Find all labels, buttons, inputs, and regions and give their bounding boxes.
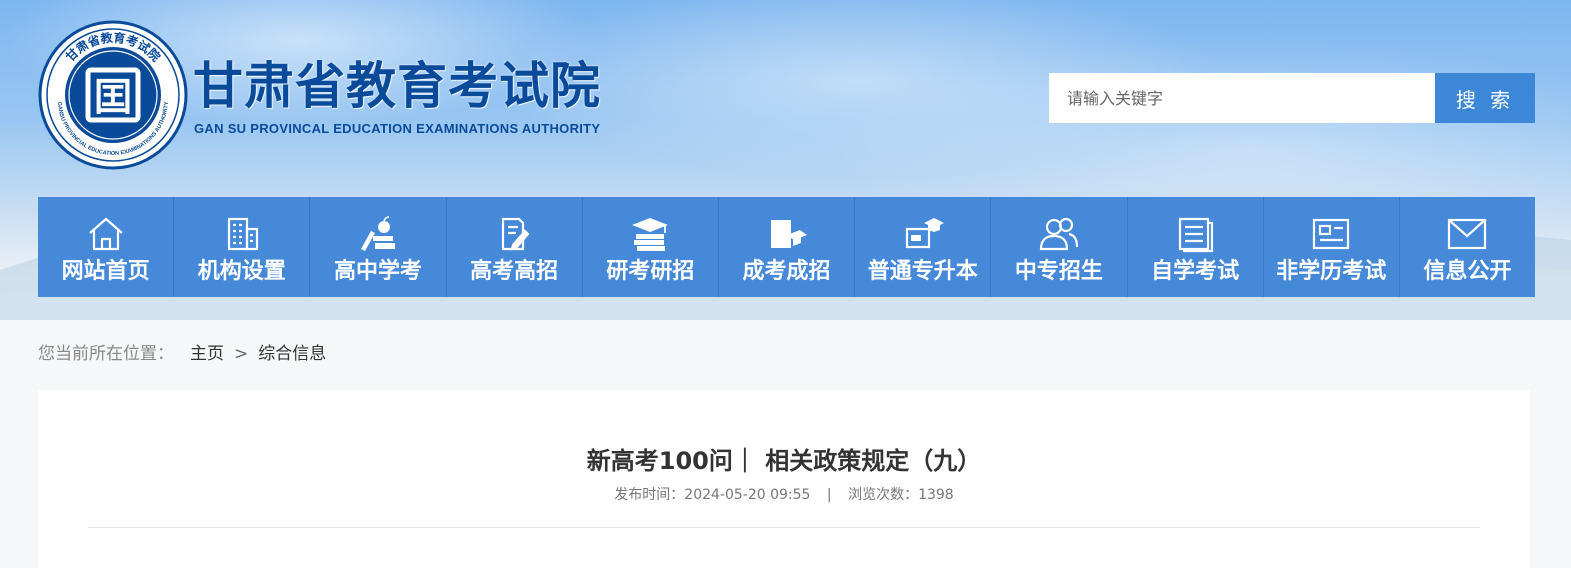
nav-item-college-entrance[interactable]: 高考高招	[447, 197, 583, 297]
article-card: 新高考100问｜ 相关政策规定（九） 发布时间：2024-05-20 09:55…	[38, 390, 1530, 568]
nav-item-self-study[interactable]: 自学考试	[1128, 197, 1264, 297]
nav-item-label: 网站首页	[61, 259, 150, 284]
nav-item-upgrade[interactable]: 普通专升本	[855, 197, 992, 297]
search-input[interactable]	[1049, 73, 1435, 123]
nav-item-postgraduate[interactable]: 研考研招	[583, 197, 719, 297]
page: 甘肃省教育考试院 GANSU PROVINCIAL EDUCATION EXAM…	[0, 0, 1571, 568]
article-divider	[88, 527, 1480, 528]
search-button[interactable]: 搜 索	[1435, 73, 1535, 123]
publish-time: 2024-05-20 09:55	[684, 487, 811, 503]
nav-item-non-degree[interactable]: 非学历考试	[1264, 197, 1400, 297]
nav-item-label: 自学考试	[1151, 259, 1240, 284]
id-card-icon	[1313, 218, 1350, 250]
views-count: 1398	[918, 487, 954, 503]
breadcrumb-current-link[interactable]: 综合信息	[258, 341, 326, 367]
article-title: 新高考100问｜ 相关政策规定（九）	[586, 447, 982, 475]
nav-item-label: 中专招生	[1014, 259, 1103, 284]
svg-text:囯: 囯	[94, 75, 132, 119]
screen-cap-icon	[905, 218, 944, 249]
nav-item-adult-exam[interactable]: 成考成招	[719, 197, 856, 297]
nav-item-high-school-exam[interactable]: 高中学考	[310, 197, 447, 297]
nav-item-label: 非学历考试	[1276, 259, 1387, 284]
nav-item-label: 高考高招	[470, 259, 559, 284]
nav-item-label: 普通专升本	[867, 259, 978, 284]
site-subtitle: GAN SU PROVINCAL EDUCATION EXAMINATIONS …	[194, 121, 601, 136]
article-meta: 发布时间：2024-05-20 09:55 | 浏览次数：1398	[38, 485, 1530, 505]
building-icon	[227, 217, 258, 251]
graduation-cap-books-icon	[632, 218, 669, 251]
breadcrumb-home-link[interactable]: 主页	[190, 341, 224, 367]
main-nav: 网站首页 机构设置 高中学考 高考高招 研考研招 成考成招 普通专升本 中专招生…	[38, 197, 1535, 297]
nav-item-label: 信息公开	[1423, 259, 1512, 284]
nav-item-secondary-school[interactable]: 中专招生	[991, 197, 1128, 297]
site-title: 甘肃省教育考试院	[193, 57, 601, 115]
logo-emblem[interactable]: 甘肃省教育考试院 GANSU PROVINCIAL EDUCATION EXAM…	[38, 20, 188, 170]
nav-item-information[interactable]: 信息公开	[1400, 197, 1535, 297]
home-icon	[88, 217, 123, 251]
nav-item-label: 机构设置	[197, 259, 286, 284]
views-label: 浏览次数：	[848, 487, 919, 503]
document-pen-icon	[502, 217, 530, 251]
breadcrumb-prefix: 您当前所在位置：	[38, 344, 174, 364]
nav-item-label: 研考研招	[606, 259, 695, 284]
meta-separator: |	[826, 487, 832, 503]
nav-item-home[interactable]: 网站首页	[38, 197, 175, 297]
nav-item-organization[interactable]: 机构设置	[174, 197, 311, 297]
search-box: 搜 索	[1049, 73, 1535, 123]
nav-item-label: 高中学考	[333, 259, 422, 284]
breadcrumb-separator: >	[234, 344, 249, 364]
breadcrumb: 您当前所在位置： 主页 > 综合信息	[38, 341, 326, 367]
nav-item-label: 成考成招	[742, 259, 831, 284]
mail-icon	[1448, 218, 1487, 250]
publish-label: 发布时间：	[614, 487, 685, 503]
book-cap-icon	[770, 220, 807, 248]
books-apple-icon	[360, 216, 395, 251]
users-icon	[1039, 217, 1079, 251]
notebook-icon	[1178, 217, 1214, 253]
